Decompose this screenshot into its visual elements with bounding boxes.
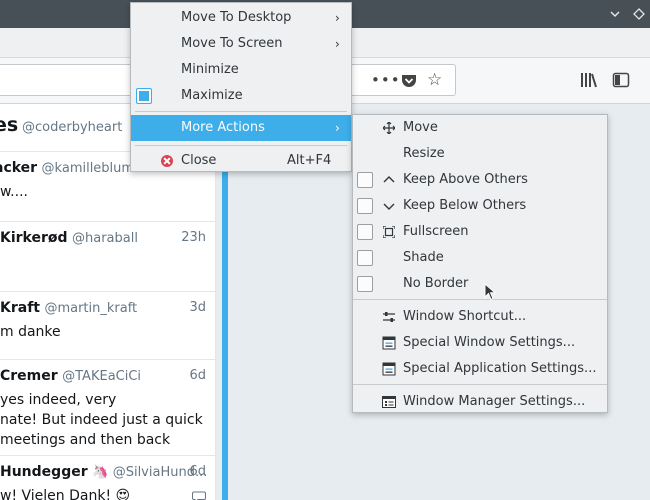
menu-item-special-application-settings[interactable]: Special Application Settings...	[353, 356, 607, 382]
tweet-author: Kirkerød	[0, 230, 68, 246]
menu-item-move[interactable]: Move	[353, 115, 607, 141]
unicorn-emoji-icon: 🦄	[92, 465, 109, 480]
menu-item-move-to-screen[interactable]: Move To Screen ›	[131, 31, 351, 57]
chevron-down-icon	[381, 193, 397, 222]
tweet-item[interactable]: Cremer @TAKEaCiCi 6d yes indeed, very na…	[0, 360, 216, 456]
maximize-checkbox[interactable]	[136, 88, 152, 104]
tweet-item[interactable]: Kraft @martin_kraft 3d m danke	[0, 292, 216, 360]
menu-item-window-shortcut[interactable]: Window Shortcut...	[353, 304, 607, 330]
shortcut-icon	[381, 304, 397, 333]
tweet-time: 3d	[189, 300, 206, 315]
fullscreen-checkbox[interactable]	[357, 224, 373, 240]
more-actions-submenu: Move Resize Keep Above Others Keep Below…	[352, 114, 608, 413]
tweet-author: Kraft	[0, 300, 40, 316]
menu-separator	[135, 145, 347, 146]
menu-separator	[353, 384, 607, 385]
sidebar-icon[interactable]	[612, 72, 630, 92]
tweet-time: 6d	[189, 464, 206, 479]
tweet-handle: @kamilleblumn	[41, 161, 143, 176]
tweet-text: w! Vielen Dank! 😍	[0, 488, 131, 500]
chevron-right-icon: ›	[335, 11, 340, 25]
tweet-text: m danke	[0, 324, 61, 340]
menu-item-close[interactable]: Close Alt+F4	[131, 148, 351, 174]
chevron-down-icon[interactable]	[606, 5, 624, 23]
menu-item-window-manager-settings[interactable]: Window Manager Settings...	[353, 389, 607, 415]
tweet-handle: @haraball	[71, 231, 138, 246]
tweet-text: w....	[0, 184, 28, 200]
tweet-author: Hundegger	[0, 464, 88, 480]
menu-item-fullscreen[interactable]: Fullscreen	[353, 219, 607, 245]
menu-item-minimize[interactable]: Minimize	[131, 57, 351, 83]
no-border-checkbox[interactable]	[357, 276, 373, 292]
menu-item-keep-below[interactable]: Keep Below Others	[353, 193, 607, 219]
keep-below-checkbox[interactable]	[357, 198, 373, 214]
menu-item-shade[interactable]: Shade	[353, 245, 607, 271]
chevron-up-icon	[381, 167, 397, 196]
menu-separator	[353, 299, 607, 300]
menu-item-move-to-desktop[interactable]: Move To Desktop ›	[131, 5, 351, 31]
tweet-time: 6d	[189, 368, 206, 383]
profile-handle: @coderbyheart	[22, 120, 123, 135]
move-arrows-icon	[381, 115, 397, 144]
keep-above-checkbox[interactable]	[357, 172, 373, 188]
tweet-item[interactable]: Hundegger 🦄 @SilviaHund... 6d w! Vielen …	[0, 456, 216, 500]
menu-item-no-border[interactable]: No Border	[353, 271, 607, 297]
profile-name: es	[0, 114, 19, 136]
menu-item-keep-above[interactable]: Keep Above Others	[353, 167, 607, 193]
window-operations-menu: Move To Desktop › Move To Screen › Minim…	[130, 2, 352, 172]
tweet-author: Cremer	[0, 368, 58, 384]
diamond-icon[interactable]	[630, 5, 648, 23]
tweet-time: 23h	[181, 230, 206, 245]
tweet-text: yes indeed, very nate! But indeed just a…	[0, 392, 203, 448]
pocket-icon[interactable]	[401, 73, 417, 92]
menu-item-special-window-settings[interactable]: Special Window Settings...	[353, 330, 607, 356]
window-manager-icon	[381, 389, 397, 418]
menu-separator	[135, 111, 347, 112]
menu-item-more-actions[interactable]: More Actions ›	[131, 115, 351, 141]
tweet-item[interactable]: Kirkerød @haraball 23h	[0, 222, 216, 292]
bookmark-star-icon[interactable]: ☆	[427, 70, 442, 90]
tweet-handle: @TAKEaCiCi	[62, 369, 142, 384]
shade-checkbox[interactable]	[357, 250, 373, 266]
tweet-author: acker	[0, 160, 38, 176]
chevron-right-icon: ›	[335, 121, 340, 135]
fullscreen-icon	[381, 219, 397, 248]
application-settings-icon	[381, 356, 397, 386]
library-icon[interactable]	[580, 72, 598, 92]
chevron-right-icon: ›	[335, 37, 340, 51]
menu-item-maximize[interactable]: Maximize	[131, 83, 351, 109]
menu-item-resize[interactable]: Resize	[353, 141, 607, 167]
mouse-cursor-icon	[484, 282, 497, 305]
close-shortcut: Alt+F4	[287, 153, 332, 168]
tweet-handle: @martin_kraft	[44, 301, 138, 316]
page-actions-button[interactable]: •••	[371, 71, 401, 89]
reply-bubble-icon[interactable]	[192, 488, 206, 500]
close-icon	[161, 155, 173, 167]
